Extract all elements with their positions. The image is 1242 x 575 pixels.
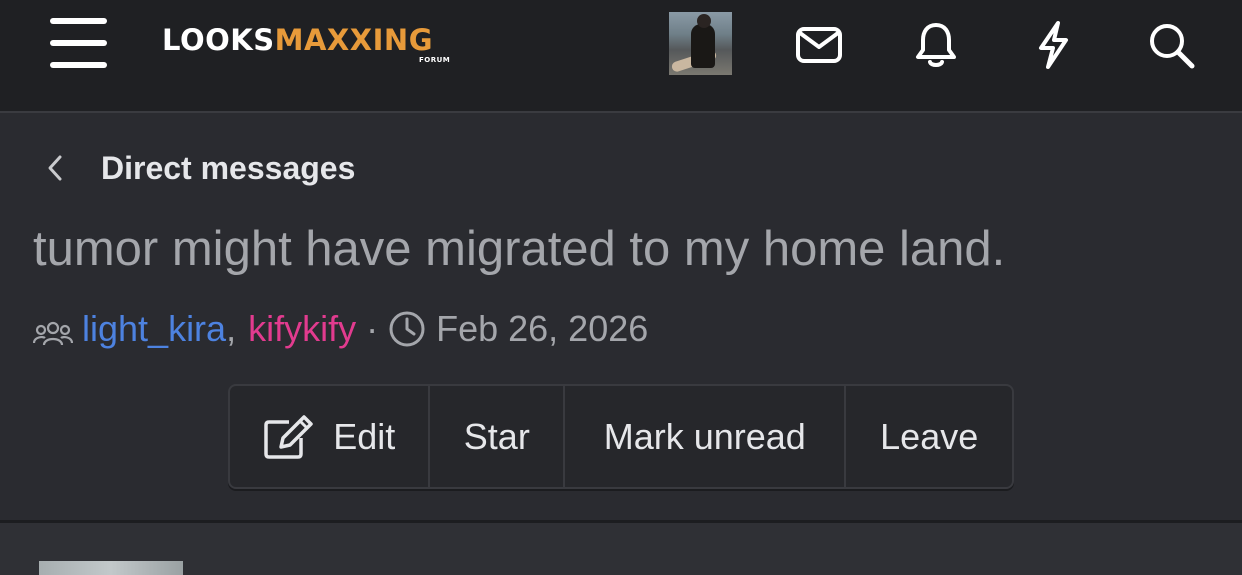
top-bar: LOOKSMAXXING FORUM [0, 0, 1242, 111]
users-icon [32, 314, 74, 346]
bell-icon[interactable] [911, 20, 961, 70]
clock-icon [388, 310, 426, 348]
mark-unread-button[interactable]: Mark unread [565, 386, 847, 487]
logo-text-maxxing: MAXXING [274, 23, 433, 57]
leave-button[interactable]: Leave [846, 386, 1012, 487]
star-button[interactable]: Star [430, 386, 566, 487]
page-title: tumor might have migrated to my home lan… [33, 222, 1006, 276]
envelope-icon[interactable] [794, 20, 844, 70]
conversation-date: Feb 26, 2026 [436, 308, 649, 349]
logo-text-looks: LOOKS [162, 23, 275, 57]
participant-link[interactable]: light_kira [82, 306, 226, 352]
message-list-area [0, 523, 1242, 575]
chevron-left-icon[interactable] [40, 150, 70, 186]
breadcrumb[interactable]: Direct messages [101, 150, 355, 186]
menu-icon[interactable] [48, 18, 110, 70]
site-logo[interactable]: LOOKSMAXXING FORUM [162, 23, 450, 74]
participant-link[interactable]: kifykify [248, 306, 356, 352]
lightning-icon[interactable] [1028, 20, 1078, 70]
logo-subtitle: FORUM [419, 56, 451, 64]
edit-icon [263, 414, 315, 460]
meta-dot: · [366, 308, 379, 349]
message-avatar[interactable] [39, 561, 183, 575]
action-button-group: Edit Star Mark unread Leave [228, 384, 1014, 489]
user-avatar[interactable] [669, 12, 732, 75]
edit-label: Edit [333, 415, 396, 457]
search-icon[interactable] [1146, 20, 1196, 70]
participant-separator: , [226, 308, 237, 349]
conversation-meta: light_kira , kifykify · Feb 26, 2026 [32, 306, 649, 352]
edit-button[interactable]: Edit [230, 386, 431, 487]
